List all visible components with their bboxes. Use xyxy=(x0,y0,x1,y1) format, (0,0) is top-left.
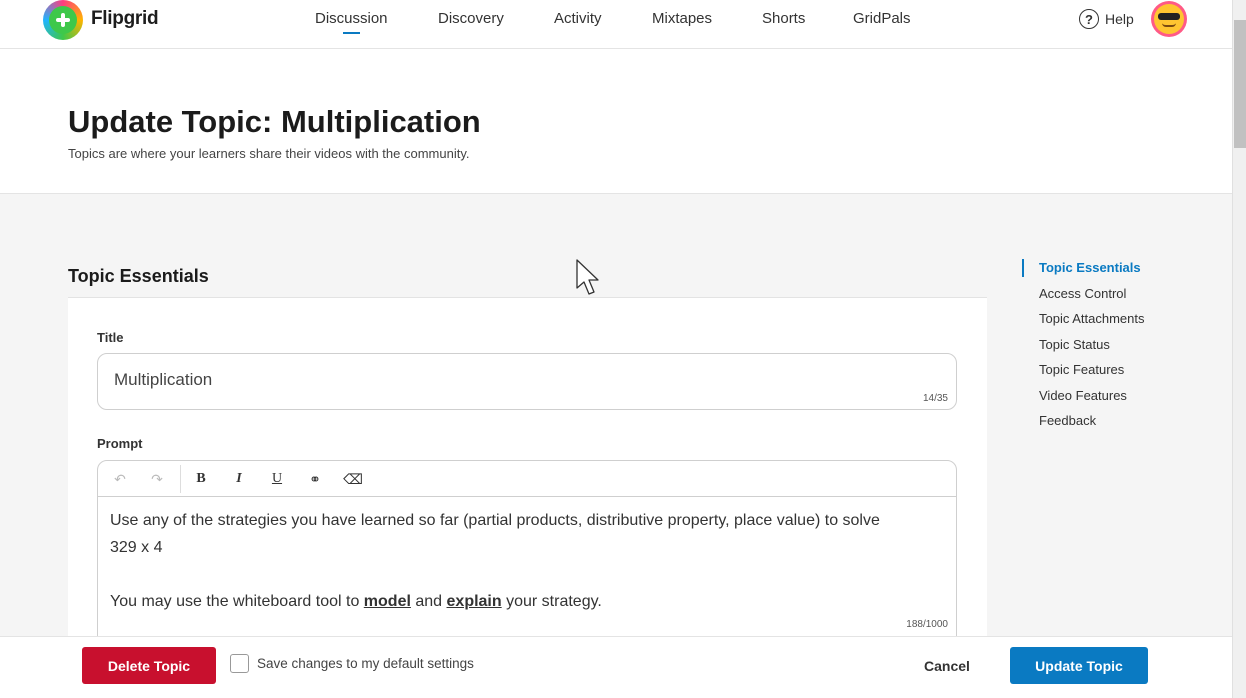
delete-topic-button[interactable]: Delete Topic xyxy=(82,647,216,684)
side-nav-topic-status[interactable]: Topic Status xyxy=(1022,336,1145,362)
save-defaults-checkbox[interactable] xyxy=(230,654,249,673)
nav-gridpals[interactable]: GridPals xyxy=(853,10,911,27)
help-icon: ? xyxy=(1079,9,1099,29)
prompt-text[interactable]: Use any of the strategies you have learn… xyxy=(110,507,890,615)
section-title: Topic Essentials xyxy=(68,266,209,286)
side-nav-topic-features[interactable]: Topic Features xyxy=(1022,361,1145,387)
italic-icon[interactable]: I xyxy=(227,467,251,491)
title-field[interactable]: 14/35 xyxy=(97,353,957,410)
prompt-line-2: You may use the whiteboard tool to model… xyxy=(110,593,602,610)
toolbar-divider xyxy=(180,465,181,493)
bold-icon[interactable]: B xyxy=(189,467,213,491)
topic-essentials-card: Title 14/35 Prompt ↶ ↷ B I U ⚭ ⌫ Use any… xyxy=(68,297,987,660)
page-header: Update Topic: Multiplication Topics are … xyxy=(0,49,1232,194)
prompt-editor[interactable]: ↶ ↷ B I U ⚭ ⌫ Use any of the strategies … xyxy=(97,460,957,660)
nav-mixtapes[interactable]: Mixtapes xyxy=(652,10,712,27)
nav-activity[interactable]: Activity xyxy=(554,10,602,27)
undo-icon[interactable]: ↶ xyxy=(108,467,132,491)
prompt-line-1: Use any of the strategies you have learn… xyxy=(110,512,880,556)
title-input[interactable] xyxy=(114,370,894,390)
prompt-char-counter: 188/1000 xyxy=(906,619,948,630)
side-nav-feedback[interactable]: Feedback xyxy=(1022,412,1145,438)
nav-discovery[interactable]: Discovery xyxy=(438,10,504,27)
link-icon[interactable]: ⚭ xyxy=(303,467,327,491)
prompt-bold-model: model xyxy=(363,593,411,610)
side-nav-topic-attachments[interactable]: Topic Attachments xyxy=(1022,310,1145,336)
scrollbar-thumb[interactable] xyxy=(1234,20,1246,148)
prompt-label: Prompt xyxy=(97,436,143,451)
title-char-counter: 14/35 xyxy=(922,393,948,404)
side-nav-access-control[interactable]: Access Control xyxy=(1022,285,1145,311)
page-scrollbar[interactable] xyxy=(1232,0,1246,698)
underline-icon[interactable]: U xyxy=(265,467,289,491)
page-subtitle: Topics are where your learners share the… xyxy=(68,146,470,161)
nav-discussion[interactable]: Discussion xyxy=(315,10,388,34)
prompt-bold-explain: explain xyxy=(446,593,502,610)
page-title: Update Topic: Multiplication xyxy=(68,104,481,139)
flipgrid-logo-icon[interactable] xyxy=(43,0,83,40)
nav-shorts[interactable]: Shorts xyxy=(762,10,805,27)
update-topic-button[interactable]: Update Topic xyxy=(1010,647,1148,684)
cancel-button[interactable]: Cancel xyxy=(905,647,989,684)
user-avatar[interactable] xyxy=(1151,1,1187,37)
section-side-nav: Topic Essentials Access Control Topic At… xyxy=(1022,259,1145,438)
side-nav-topic-essentials[interactable]: Topic Essentials xyxy=(1022,259,1145,285)
mouse-cursor-icon xyxy=(576,259,599,295)
editor-toolbar: ↶ ↷ B I U ⚭ ⌫ xyxy=(98,461,956,497)
action-bar: Delete Topic Save changes to my default … xyxy=(0,636,1232,698)
top-nav-bar: Flipgrid Discussion Discovery Activity M… xyxy=(0,0,1232,49)
title-label: Title xyxy=(97,330,124,345)
side-nav-video-features[interactable]: Video Features xyxy=(1022,387,1145,413)
help-label: Help xyxy=(1105,11,1134,27)
redo-icon[interactable]: ↷ xyxy=(145,467,169,491)
clear-format-icon[interactable]: ⌫ xyxy=(341,467,365,491)
help-link[interactable]: ? Help xyxy=(1079,9,1134,29)
save-defaults-label[interactable]: Save changes to my default settings xyxy=(257,656,474,671)
brand-name[interactable]: Flipgrid xyxy=(91,8,159,30)
